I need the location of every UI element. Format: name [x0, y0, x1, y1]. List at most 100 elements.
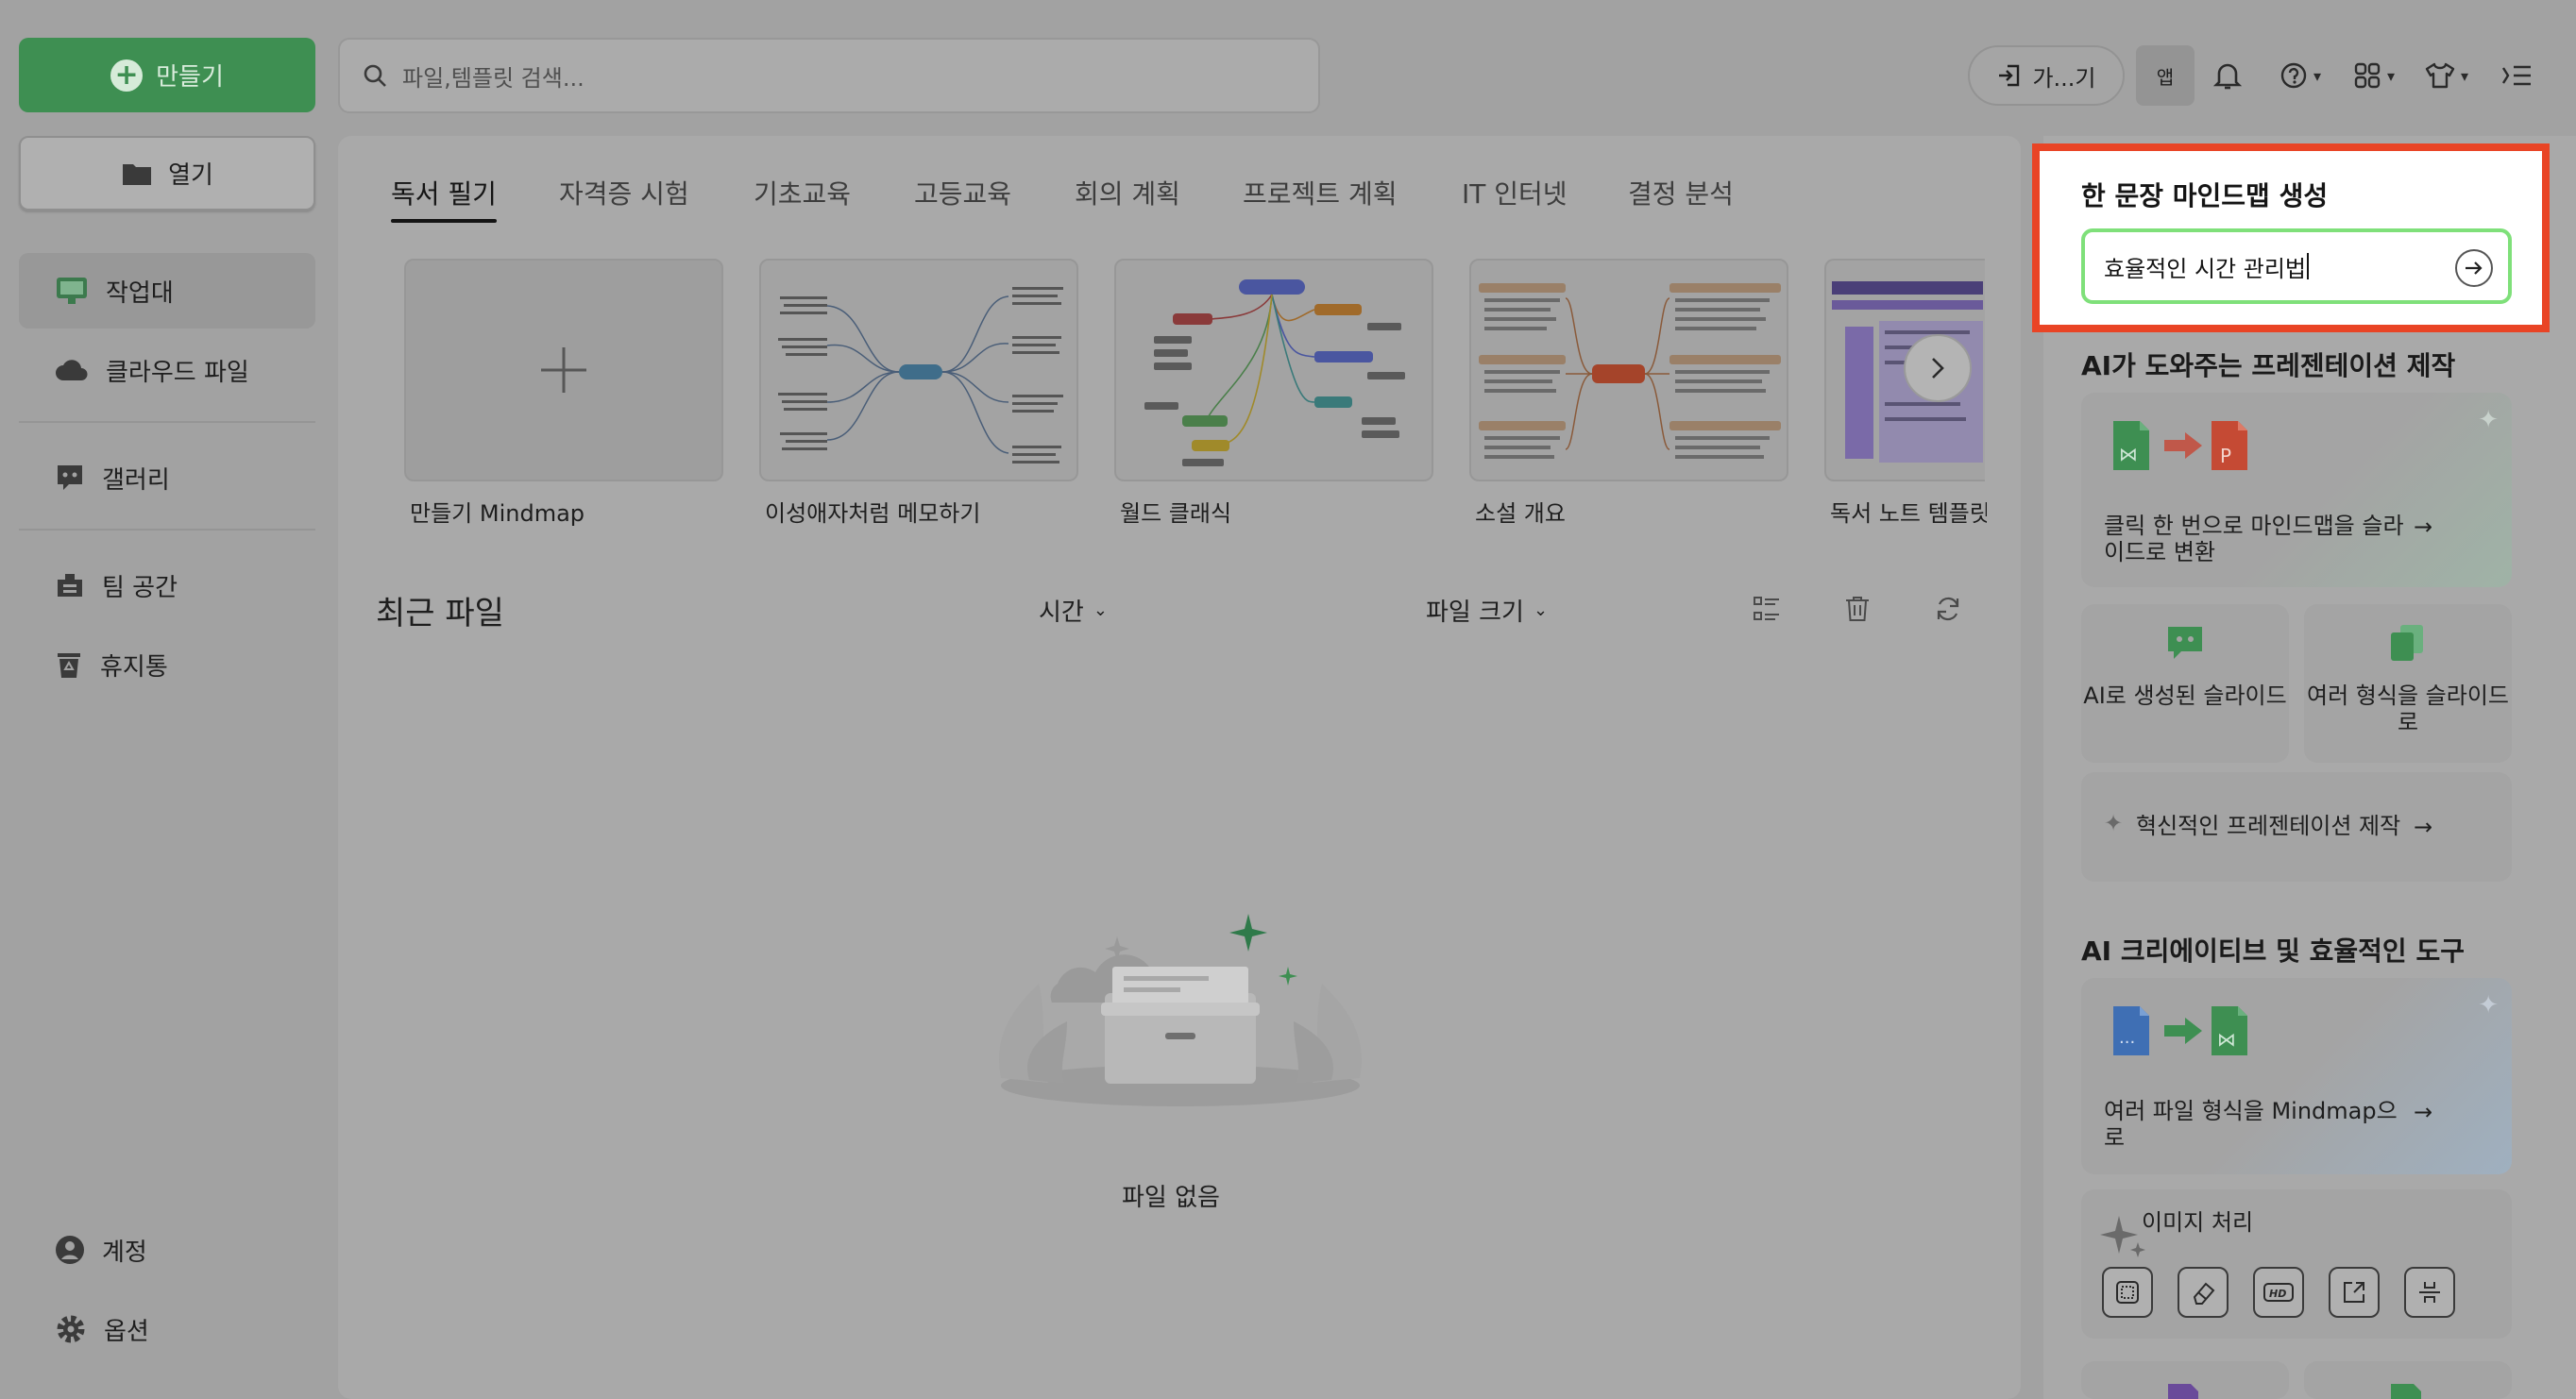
toggle-panel-button[interactable] [2500, 53, 2533, 98]
document-icon [2168, 1384, 2198, 1399]
grid-icon [2354, 62, 2381, 89]
image-erase-tool[interactable] [2178, 1267, 2229, 1318]
template-card[interactable] [759, 259, 1078, 481]
trash-icon [1846, 597, 1869, 621]
image-compress-tool[interactable] [2404, 1267, 2455, 1318]
compress-icon [2419, 1282, 2440, 1303]
ai-slides-card[interactable]: AI로 생성된 슬라이드 [2081, 604, 2289, 763]
tools-section-title: AI 크리에이티브 및 효율적인 도구 [2081, 935, 2465, 967]
sparkle-icon: ✦ [2478, 406, 2499, 434]
join-button[interactable]: 가...기 [1968, 45, 2125, 106]
search-input[interactable]: 파일,템플릿 검색... [338, 38, 1320, 113]
mindmap-thumbnail [1479, 283, 1781, 459]
ai-slides-label: AI로 생성된 슬라이드 [2083, 683, 2287, 709]
files-to-mindmap-icon: ··· ⋈ [2113, 1006, 2247, 1055]
sidebar-item-gallery[interactable]: 갤러리 [19, 440, 315, 515]
chevron-right-icon [1932, 358, 1944, 379]
hd-icon: HD [2263, 1283, 2294, 1302]
innovative-presentation-card[interactable]: ✦ 혁신적인 프레젠테이션 제작 → [2081, 772, 2512, 882]
svg-text:⋈: ⋈ [2119, 443, 2138, 465]
app-label: 앱 [2156, 65, 2175, 89]
create-label: 만들기 [156, 63, 224, 92]
apps-grid-button[interactable]: ▾ [2353, 53, 2395, 98]
template-card[interactable] [1114, 259, 1433, 481]
mindmap-to-ppt-icon: ⋈ P [2113, 421, 2247, 470]
delete-button[interactable] [1843, 595, 1872, 623]
mindmap-to-slides-card[interactable]: ⋈ P ✦ 클릭 한 번으로 마인드맵을 슬라이드로 변환 → [2081, 393, 2512, 587]
refresh-icon [1937, 597, 1959, 621]
sort-by-time[interactable]: 시간 ⌄ [1039, 593, 1108, 628]
refresh-button[interactable] [1934, 595, 1962, 623]
template-label: 만들기 Mindmap [410, 500, 585, 527]
svg-text:···: ··· [2119, 1033, 2135, 1053]
next-templates-button[interactable] [1904, 334, 1972, 402]
bell-icon [2213, 63, 2242, 90]
image-select-tool[interactable] [2102, 1267, 2153, 1318]
app-button[interactable]: 앱 [2136, 45, 2195, 106]
tab-higher-education[interactable]: 고등교육 [914, 174, 1011, 221]
account-icon [56, 1236, 84, 1264]
sort-by-size[interactable]: 파일 크기 ⌄ [1426, 593, 1548, 628]
open-label: 열기 [168, 161, 213, 190]
theme-button[interactable]: ▾ [2425, 53, 2468, 98]
tab-reading-notes[interactable]: 독서 필기 [391, 174, 497, 223]
template-label: 월드 클래식 [1120, 500, 1232, 527]
recent-files-title: 최근 파일 [376, 595, 504, 632]
arrow-right-icon: → [2414, 1099, 2433, 1125]
tab-meeting-plan[interactable]: 회의 계획 [1075, 174, 1180, 221]
image-hd-tool[interactable]: HD [2253, 1267, 2304, 1318]
svg-text:HD: HD [2269, 1288, 2286, 1300]
tab-basic-education[interactable]: 기초교육 [754, 174, 851, 221]
join-label: 가...기 [2032, 64, 2096, 92]
tool-card[interactable] [2304, 1361, 2512, 1399]
sign-in-icon [1999, 64, 2020, 87]
tab-certification-exam[interactable]: 자격증 시험 [559, 174, 689, 221]
sidebar-item-options[interactable]: 옵션 [19, 1291, 315, 1367]
arrow-right-icon [2466, 261, 2483, 275]
mindmap-to-slides-label: 클릭 한 번으로 마인드맵을 슬라이드로 변환 [2104, 513, 2404, 565]
generate-button[interactable] [2455, 249, 2493, 287]
tab-decision-analysis[interactable]: 결정 분석 [1628, 174, 1734, 221]
document-stack-icon [2391, 625, 2423, 661]
sidebar-item-team-space[interactable]: 팀 공간 [19, 548, 315, 623]
create-button[interactable]: + 만들기 [19, 38, 315, 112]
sidebar-item-cloud-files[interactable]: 클라우드 파일 [19, 332, 315, 408]
image-processing-card: 이미지 처리 HD [2081, 1189, 2512, 1339]
shirt-icon [2425, 62, 2455, 89]
files-to-mindmap-card[interactable]: ··· ⋈ ✦ 여러 파일 형식을 Mindmap으로 → [2081, 978, 2512, 1174]
tab-project-plan[interactable]: 프로젝트 계획 [1243, 174, 1397, 221]
sidebar-item-label: 휴지통 [100, 652, 168, 682]
help-button[interactable]: ▾ [2279, 53, 2321, 98]
plus-icon [541, 347, 586, 393]
oneline-prompt-input[interactable]: 효율적인 시간 관리법 [2081, 228, 2512, 304]
sort-time-label: 시간 [1039, 598, 1084, 627]
mindmap-thumbnail [1144, 279, 1405, 466]
sidebar-item-account[interactable]: 계정 [19, 1212, 315, 1288]
sidebar-item-label: 팀 공간 [102, 573, 178, 602]
text-cursor [2306, 253, 2309, 279]
tool-card[interactable] [2081, 1361, 2289, 1399]
list-view-icon [1754, 597, 1779, 620]
sidebar-item-label: 작업대 [106, 278, 174, 308]
mindmap-thumbnail [778, 287, 1063, 464]
arrow-right-icon: → [2414, 514, 2433, 540]
template-card[interactable] [1469, 259, 1788, 481]
cloud-icon [56, 360, 88, 380]
multi-format-slides-card[interactable]: 여러 형식을 슬라이드로 [2304, 604, 2512, 763]
sidebar-divider [19, 529, 315, 531]
image-expand-tool[interactable] [2329, 1267, 2380, 1318]
new-mindmap-card[interactable] [404, 259, 723, 481]
oneline-title: 한 문장 마인드맵 생성 [2081, 180, 2329, 211]
sidebar-item-workbench[interactable]: 작업대 [19, 253, 315, 329]
list-view-button[interactable] [1753, 595, 1781, 623]
multi-format-slides-label: 여러 형식을 슬라이드로 [2307, 683, 2509, 735]
notification-button[interactable] [2213, 53, 2242, 98]
ai-chat-icon [2168, 627, 2202, 659]
chevron-down-icon: ▾ [2461, 66, 2469, 85]
gear-icon [57, 1315, 85, 1343]
open-button[interactable]: 열기 [19, 136, 315, 211]
tab-it-internet[interactable]: IT 인터넷 [1462, 174, 1568, 221]
template-label: 독서 노트 템플릿 [1830, 500, 1987, 527]
plus-icon: + [110, 59, 144, 92]
sidebar-item-trash[interactable]: 휴지통 [19, 627, 315, 702]
